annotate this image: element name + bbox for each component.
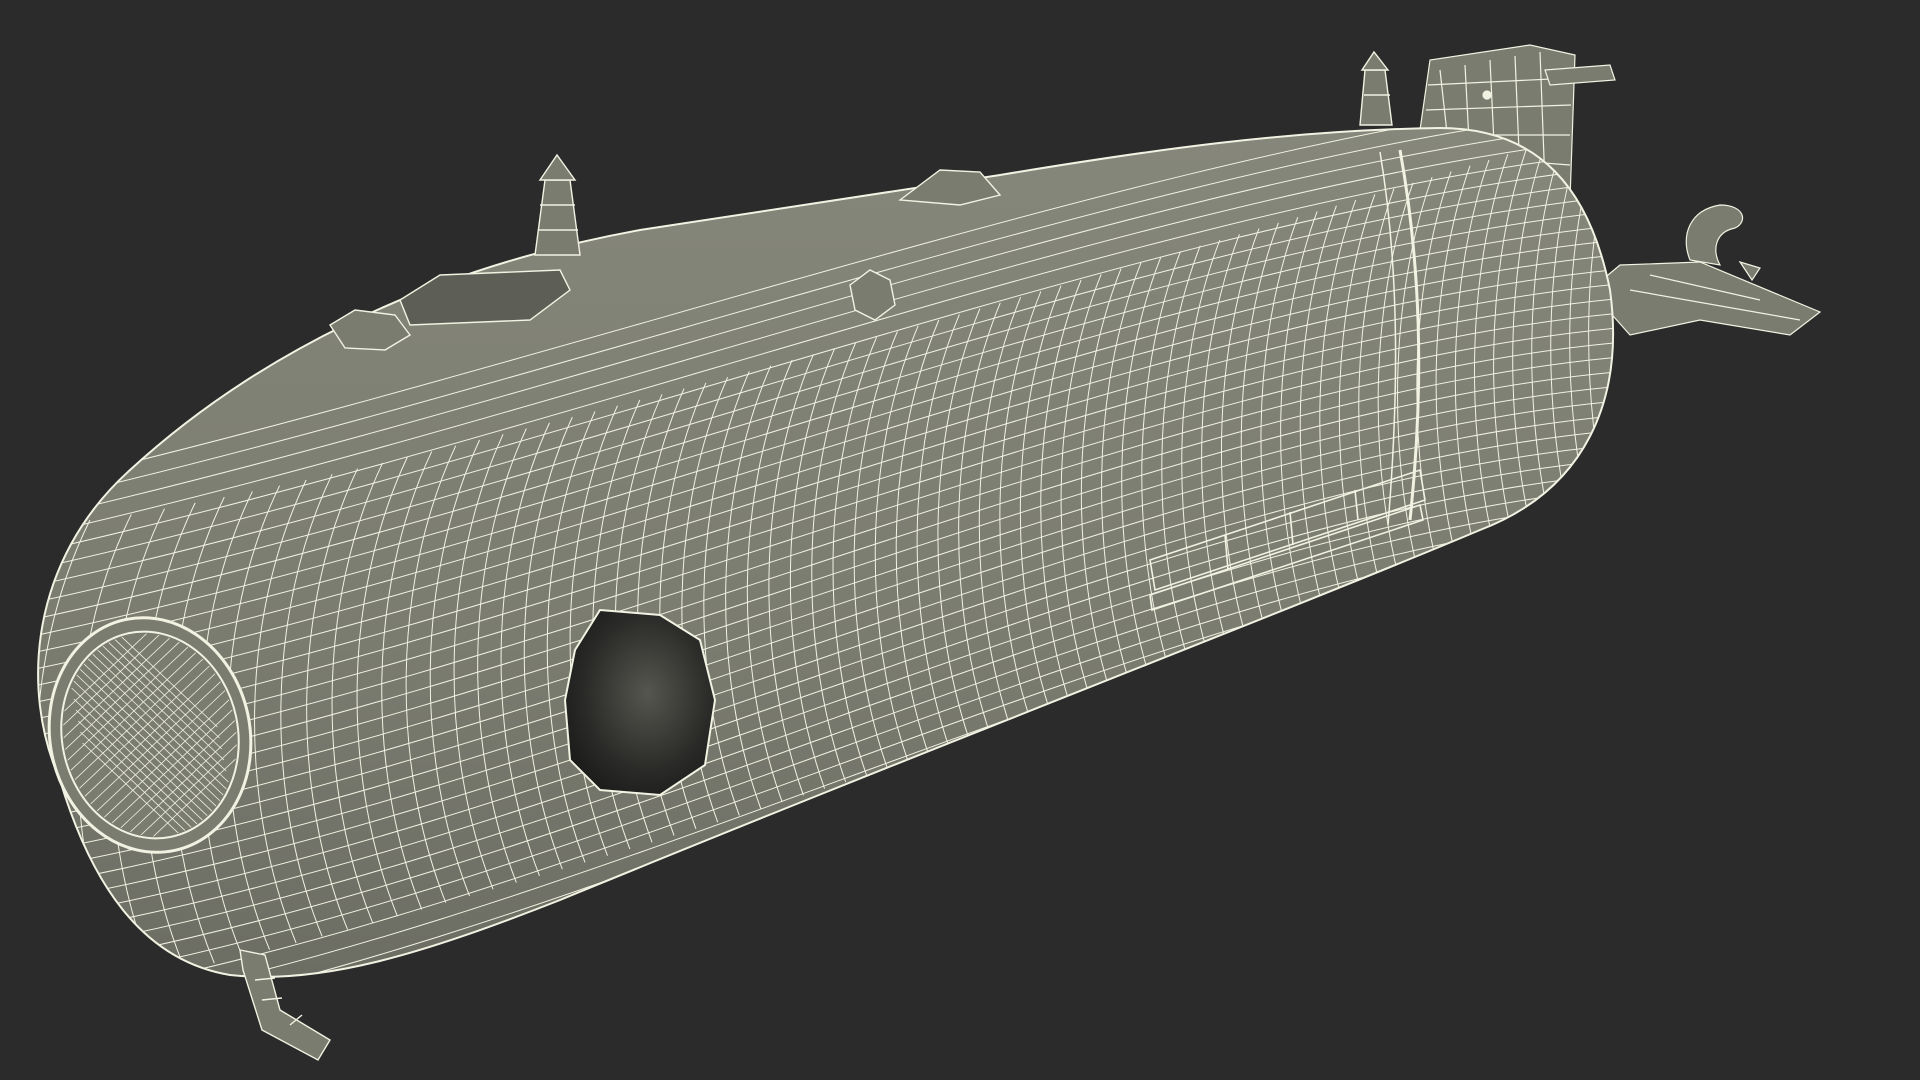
tail-assembly — [1589, 204, 1822, 336]
3d-viewport[interactable] — [0, 0, 1920, 1080]
side-hatch-opening — [563, 608, 717, 797]
mast-front — [534, 153, 581, 256]
hull — [37, 126, 1614, 978]
wireframe-render — [37, 44, 1822, 1061]
mast-rear — [1359, 50, 1393, 126]
